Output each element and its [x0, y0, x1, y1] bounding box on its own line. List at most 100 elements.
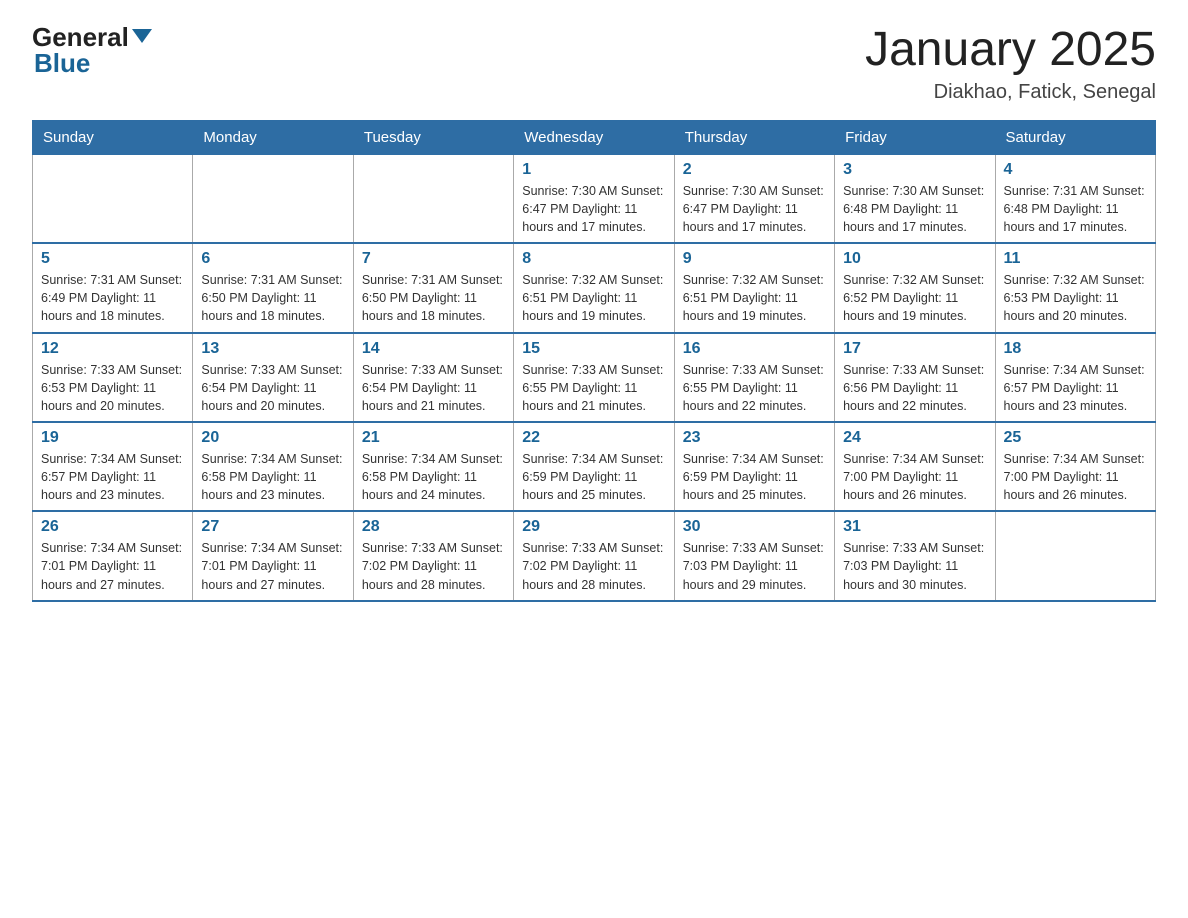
calendar-cell: 12 Sunrise: 7:33 AM Sunset: 6:53 PM Dayli…: [33, 333, 193, 422]
day-info: Sunrise: 7:33 AM Sunset: 6:56 PM Dayligh…: [843, 361, 986, 415]
calendar-cell: 2 Sunrise: 7:30 AM Sunset: 6:47 PM Daylig…: [674, 154, 834, 243]
calendar-cell: 18 Sunrise: 7:34 AM Sunset: 6:57 PM Dayli…: [995, 333, 1155, 422]
day-number: 12: [41, 340, 184, 358]
weekday-header-sunday: Sunday: [33, 120, 193, 154]
logo-blue-text: Blue: [34, 50, 152, 76]
calendar-cell: 1 Sunrise: 7:30 AM Sunset: 6:47 PM Daylig…: [514, 154, 674, 243]
day-info: Sunrise: 7:31 AM Sunset: 6:48 PM Dayligh…: [1004, 182, 1147, 236]
calendar-cell: 20Sunrise: 7:34 AM Sunset: 6:58 PM Dayli…: [193, 422, 353, 511]
day-info: Sunrise: 7:30 AM Sunset: 6:47 PM Dayligh…: [522, 182, 665, 236]
week-row-1: 1 Sunrise: 7:30 AM Sunset: 6:47 PM Daylig…: [33, 154, 1156, 243]
calendar-cell: 13Sunrise: 7:33 AM Sunset: 6:54 PM Dayli…: [193, 333, 353, 422]
day-number: 4: [1004, 161, 1147, 179]
week-row-3: 12 Sunrise: 7:33 AM Sunset: 6:53 PM Dayli…: [33, 333, 1156, 422]
calendar-cell: 31 Sunrise: 7:33 AM Sunset: 7:03 PM Dayli…: [835, 511, 995, 600]
day-number: 22: [522, 429, 665, 447]
day-info: Sunrise: 7:34 AM Sunset: 7:01 PM Dayligh…: [41, 539, 184, 593]
calendar-cell: 5 Sunrise: 7:31 AM Sunset: 6:49 PM Daylig…: [33, 243, 193, 332]
weekday-header-saturday: Saturday: [995, 120, 1155, 154]
day-info: Sunrise: 7:34 AM Sunset: 7:00 PM Dayligh…: [1004, 450, 1147, 504]
day-number: 17: [843, 340, 986, 358]
day-info: Sunrise: 7:33 AM Sunset: 7:02 PM Dayligh…: [362, 539, 505, 593]
day-number: 26: [41, 518, 184, 536]
calendar-cell: 26 Sunrise: 7:34 AM Sunset: 7:01 PM Dayli…: [33, 511, 193, 600]
calendar-cell: 17 Sunrise: 7:33 AM Sunset: 6:56 PM Dayli…: [835, 333, 995, 422]
day-info: Sunrise: 7:32 AM Sunset: 6:51 PM Dayligh…: [522, 271, 665, 325]
weekday-header-friday: Friday: [835, 120, 995, 154]
week-row-2: 5 Sunrise: 7:31 AM Sunset: 6:49 PM Daylig…: [33, 243, 1156, 332]
page-header: General Blue January 2025 Diakhao, Fatic…: [32, 24, 1156, 104]
week-row-5: 26 Sunrise: 7:34 AM Sunset: 7:01 PM Dayli…: [33, 511, 1156, 600]
weekday-header-monday: Monday: [193, 120, 353, 154]
day-number: 5: [41, 250, 184, 268]
calendar-cell: 29 Sunrise: 7:33 AM Sunset: 7:02 PM Dayli…: [514, 511, 674, 600]
day-info: Sunrise: 7:33 AM Sunset: 7:02 PM Dayligh…: [522, 539, 665, 593]
calendar-cell: 11Sunrise: 7:32 AM Sunset: 6:53 PM Dayli…: [995, 243, 1155, 332]
calendar-cell: 14Sunrise: 7:33 AM Sunset: 6:54 PM Dayli…: [353, 333, 513, 422]
day-number: 1: [522, 161, 665, 179]
weekday-header-tuesday: Tuesday: [353, 120, 513, 154]
calendar-cell: 8Sunrise: 7:32 AM Sunset: 6:51 PM Daylig…: [514, 243, 674, 332]
calendar-cell: 9 Sunrise: 7:32 AM Sunset: 6:51 PM Daylig…: [674, 243, 834, 332]
calendar-table: SundayMondayTuesdayWednesdayThursdayFrid…: [32, 120, 1156, 602]
calendar-cell: 4 Sunrise: 7:31 AM Sunset: 6:48 PM Daylig…: [995, 154, 1155, 243]
day-number: 31: [843, 518, 986, 536]
day-info: Sunrise: 7:31 AM Sunset: 6:50 PM Dayligh…: [201, 271, 344, 325]
day-number: 15: [522, 340, 665, 358]
calendar-cell: 19Sunrise: 7:34 AM Sunset: 6:57 PM Dayli…: [33, 422, 193, 511]
day-number: 29: [522, 518, 665, 536]
calendar-cell: [33, 154, 193, 243]
calendar-cell: [995, 511, 1155, 600]
day-number: 16: [683, 340, 826, 358]
day-info: Sunrise: 7:30 AM Sunset: 6:47 PM Dayligh…: [683, 182, 826, 236]
calendar-cell: 16 Sunrise: 7:33 AM Sunset: 6:55 PM Dayli…: [674, 333, 834, 422]
day-number: 18: [1004, 340, 1147, 358]
calendar-cell: 23 Sunrise: 7:34 AM Sunset: 6:59 PM Dayli…: [674, 422, 834, 511]
day-info: Sunrise: 7:31 AM Sunset: 6:49 PM Dayligh…: [41, 271, 184, 325]
day-number: 27: [201, 518, 344, 536]
day-info: Sunrise: 7:33 AM Sunset: 7:03 PM Dayligh…: [843, 539, 986, 593]
day-number: 11: [1004, 250, 1147, 268]
calendar-cell: 24 Sunrise: 7:34 AM Sunset: 7:00 PM Dayli…: [835, 422, 995, 511]
day-info: Sunrise: 7:34 AM Sunset: 6:57 PM Dayligh…: [41, 450, 184, 504]
day-info: Sunrise: 7:34 AM Sunset: 6:57 PM Dayligh…: [1004, 361, 1147, 415]
day-number: 30: [683, 518, 826, 536]
day-number: 9: [683, 250, 826, 268]
day-number: 7: [362, 250, 505, 268]
calendar-cell: 22 Sunrise: 7:34 AM Sunset: 6:59 PM Dayli…: [514, 422, 674, 511]
day-number: 6: [201, 250, 344, 268]
day-info: Sunrise: 7:32 AM Sunset: 6:51 PM Dayligh…: [683, 271, 826, 325]
day-info: Sunrise: 7:33 AM Sunset: 7:03 PM Dayligh…: [683, 539, 826, 593]
day-info: Sunrise: 7:30 AM Sunset: 6:48 PM Dayligh…: [843, 182, 986, 236]
title-block: January 2025 Diakhao, Fatick, Senegal: [865, 24, 1156, 104]
day-number: 2: [683, 161, 826, 179]
calendar-cell: 28 Sunrise: 7:33 AM Sunset: 7:02 PM Dayli…: [353, 511, 513, 600]
day-info: Sunrise: 7:34 AM Sunset: 6:58 PM Dayligh…: [362, 450, 505, 504]
day-info: Sunrise: 7:34 AM Sunset: 7:01 PM Dayligh…: [201, 539, 344, 593]
day-number: 13: [201, 340, 344, 358]
day-info: Sunrise: 7:33 AM Sunset: 6:53 PM Dayligh…: [41, 361, 184, 415]
day-number: 21: [362, 429, 505, 447]
calendar-cell: 7 Sunrise: 7:31 AM Sunset: 6:50 PM Daylig…: [353, 243, 513, 332]
day-info: Sunrise: 7:31 AM Sunset: 6:50 PM Dayligh…: [362, 271, 505, 325]
day-number: 28: [362, 518, 505, 536]
day-number: 24: [843, 429, 986, 447]
day-info: Sunrise: 7:32 AM Sunset: 6:52 PM Dayligh…: [843, 271, 986, 325]
calendar-cell: [353, 154, 513, 243]
calendar-subtitle: Diakhao, Fatick, Senegal: [865, 81, 1156, 104]
day-info: Sunrise: 7:34 AM Sunset: 6:59 PM Dayligh…: [683, 450, 826, 504]
calendar-cell: 30 Sunrise: 7:33 AM Sunset: 7:03 PM Dayli…: [674, 511, 834, 600]
day-info: Sunrise: 7:33 AM Sunset: 6:55 PM Dayligh…: [683, 361, 826, 415]
logo-arrow-icon: [132, 29, 152, 43]
day-number: 10: [843, 250, 986, 268]
day-info: Sunrise: 7:34 AM Sunset: 7:00 PM Dayligh…: [843, 450, 986, 504]
calendar-cell: 25 Sunrise: 7:34 AM Sunset: 7:00 PM Dayli…: [995, 422, 1155, 511]
day-info: Sunrise: 7:34 AM Sunset: 6:59 PM Dayligh…: [522, 450, 665, 504]
day-number: 23: [683, 429, 826, 447]
calendar-cell: 6 Sunrise: 7:31 AM Sunset: 6:50 PM Daylig…: [193, 243, 353, 332]
calendar-cell: 3Sunrise: 7:30 AM Sunset: 6:48 PM Daylig…: [835, 154, 995, 243]
day-number: 25: [1004, 429, 1147, 447]
day-info: Sunrise: 7:34 AM Sunset: 6:58 PM Dayligh…: [201, 450, 344, 504]
weekday-header-thursday: Thursday: [674, 120, 834, 154]
calendar-cell: [193, 154, 353, 243]
